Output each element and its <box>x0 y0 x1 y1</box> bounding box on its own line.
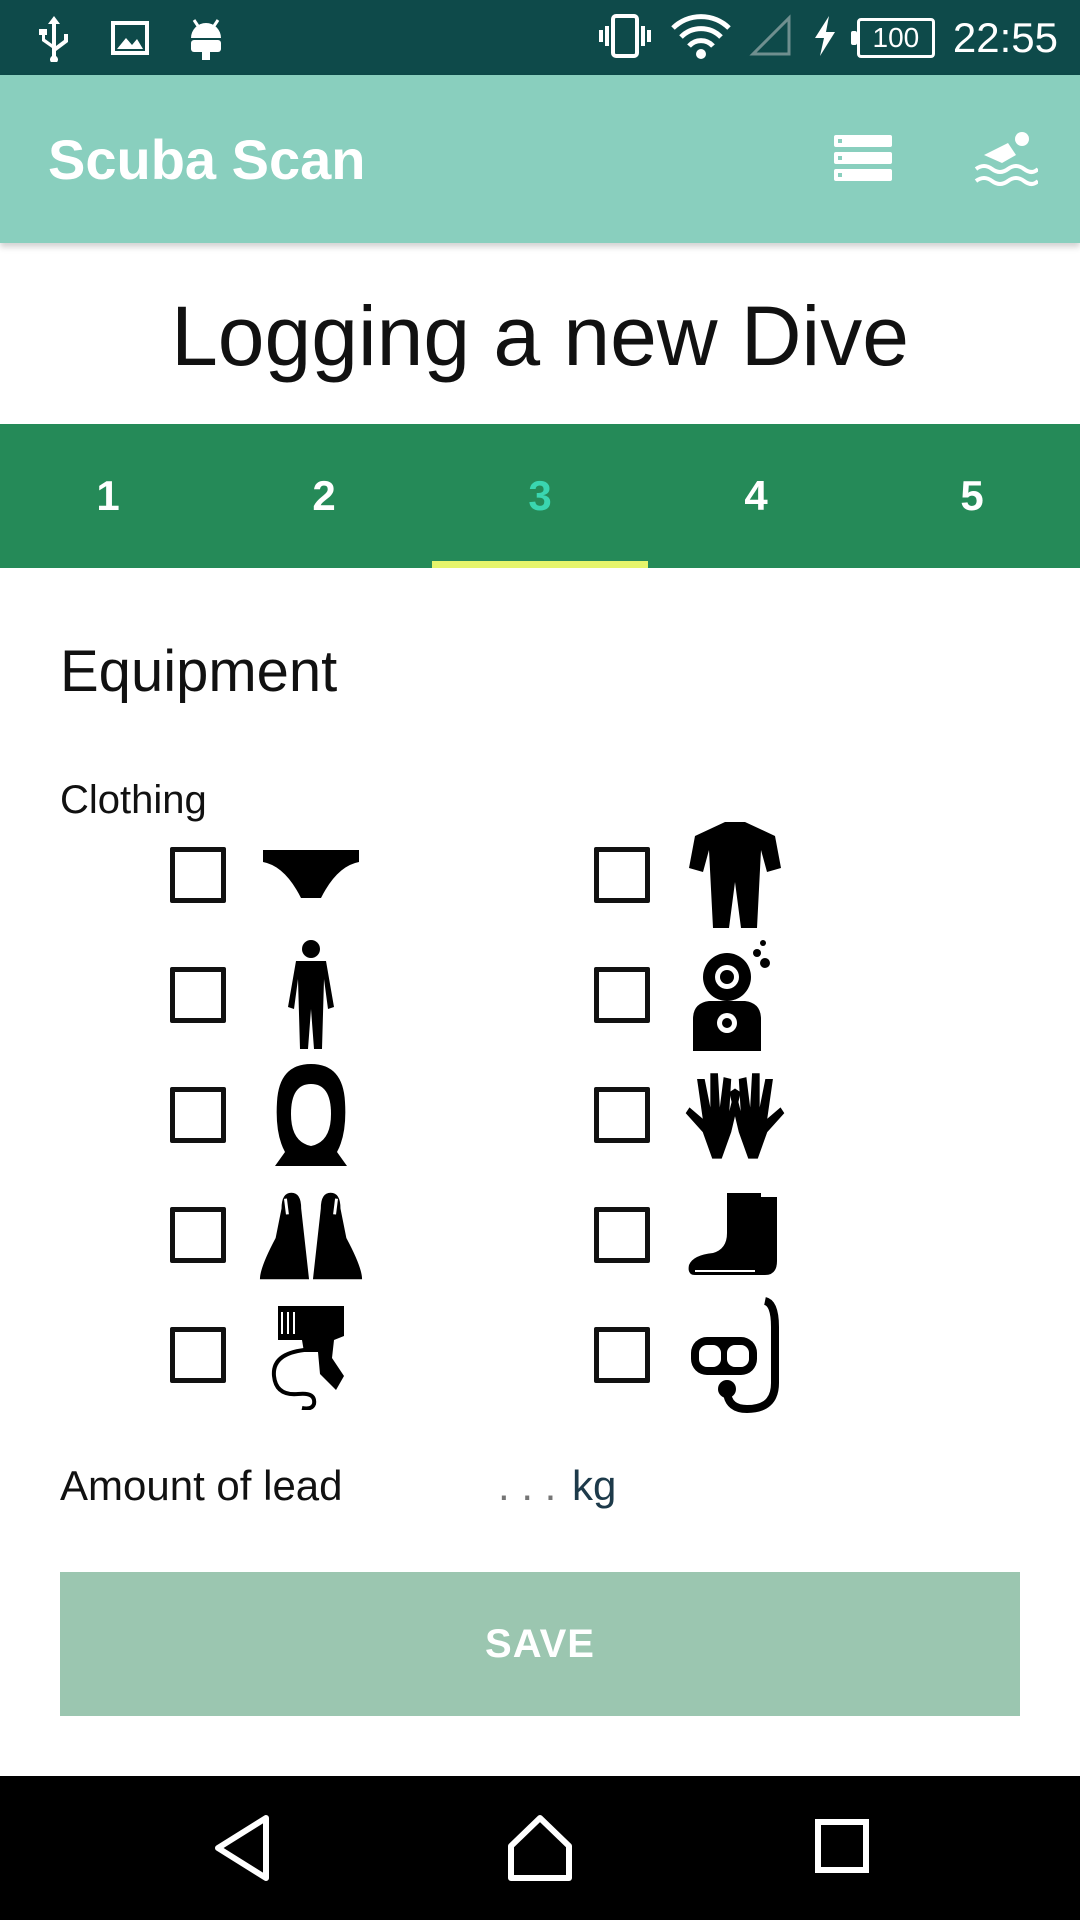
mask-checkbox[interactable] <box>594 1327 650 1383</box>
regulator-icon <box>256 1300 366 1410</box>
full-wetsuit-icon <box>256 940 366 1050</box>
swimmer-icon[interactable] <box>972 125 1040 196</box>
wifi-icon <box>671 12 731 65</box>
clothing-label: Clothing <box>60 778 207 822</box>
usb-icon <box>34 14 74 67</box>
regulator-checkbox[interactable] <box>170 1327 226 1383</box>
tab-step-1[interactable]: 1 <box>0 424 216 568</box>
gloves-checkbox[interactable] <box>594 1087 650 1143</box>
drysuit-helmet-icon <box>680 940 790 1051</box>
hood-icon <box>256 1060 366 1170</box>
fullsuit-checkbox[interactable] <box>170 967 226 1023</box>
tab-step-2[interactable]: 2 <box>216 424 432 568</box>
equipment-item-fins <box>170 1180 366 1290</box>
vibrate-icon <box>597 12 653 65</box>
list-icon[interactable] <box>830 125 896 196</box>
equipment-item-swimsuit <box>170 820 366 930</box>
tab-step-5[interactable]: 5 <box>864 424 1080 568</box>
status-time: 22:55 <box>952 14 1058 61</box>
boots-icon <box>680 1180 790 1290</box>
app-title: Scuba Scan <box>48 128 366 191</box>
shorty-checkbox[interactable] <box>594 847 650 903</box>
signal-icon <box>749 13 793 63</box>
section-title: Equipment <box>60 639 338 704</box>
swimsuit-checkbox[interactable] <box>170 847 226 903</box>
equipment-item-mask <box>594 1297 790 1413</box>
image-icon <box>110 18 150 63</box>
status-bar: 100 22:55 <box>0 0 1080 75</box>
status-left-icons <box>34 14 226 67</box>
tab-step-4[interactable]: 4 <box>648 424 864 568</box>
save-button[interactable]: SAVE <box>60 1572 1020 1716</box>
equipment-item-gloves <box>594 1060 790 1170</box>
navigation-bar <box>0 1776 1080 1920</box>
fins-icon <box>256 1180 366 1290</box>
equipment-item-drysuit <box>594 940 790 1051</box>
equipment-item-hood <box>170 1060 366 1170</box>
back-icon[interactable] <box>210 1812 274 1889</box>
battery-indicator: 100 <box>850 18 935 58</box>
app-bar: Scuba Scan <box>0 75 1080 243</box>
swimsuit-icon <box>256 820 366 930</box>
recents-icon[interactable] <box>810 1812 874 1889</box>
android-icon <box>186 14 226 67</box>
step-tabs: 1 2 3 4 5 <box>0 424 1080 568</box>
boots-checkbox[interactable] <box>594 1207 650 1263</box>
tab-step-3[interactable]: 3 <box>432 424 648 568</box>
fins-checkbox[interactable] <box>170 1207 226 1263</box>
gloves-icon <box>680 1060 790 1170</box>
shorty-wetsuit-icon <box>680 820 790 930</box>
lead-label: Amount of lead <box>60 1462 343 1509</box>
status-right-icons: 100 22:55 <box>597 10 1058 66</box>
lead-unit: kg <box>572 1462 617 1509</box>
page-title: Logging a new Dive <box>171 289 909 383</box>
equipment-item-shorty <box>594 820 790 930</box>
equipment-item-fullsuit <box>170 940 366 1050</box>
charging-icon <box>811 14 839 63</box>
hood-checkbox[interactable] <box>170 1087 226 1143</box>
drysuit-checkbox[interactable] <box>594 967 650 1023</box>
equipment-item-boots <box>594 1180 790 1290</box>
home-icon[interactable] <box>505 1812 575 1889</box>
mask-snorkel-icon <box>680 1297 790 1413</box>
equipment-item-regulator <box>170 1300 366 1410</box>
